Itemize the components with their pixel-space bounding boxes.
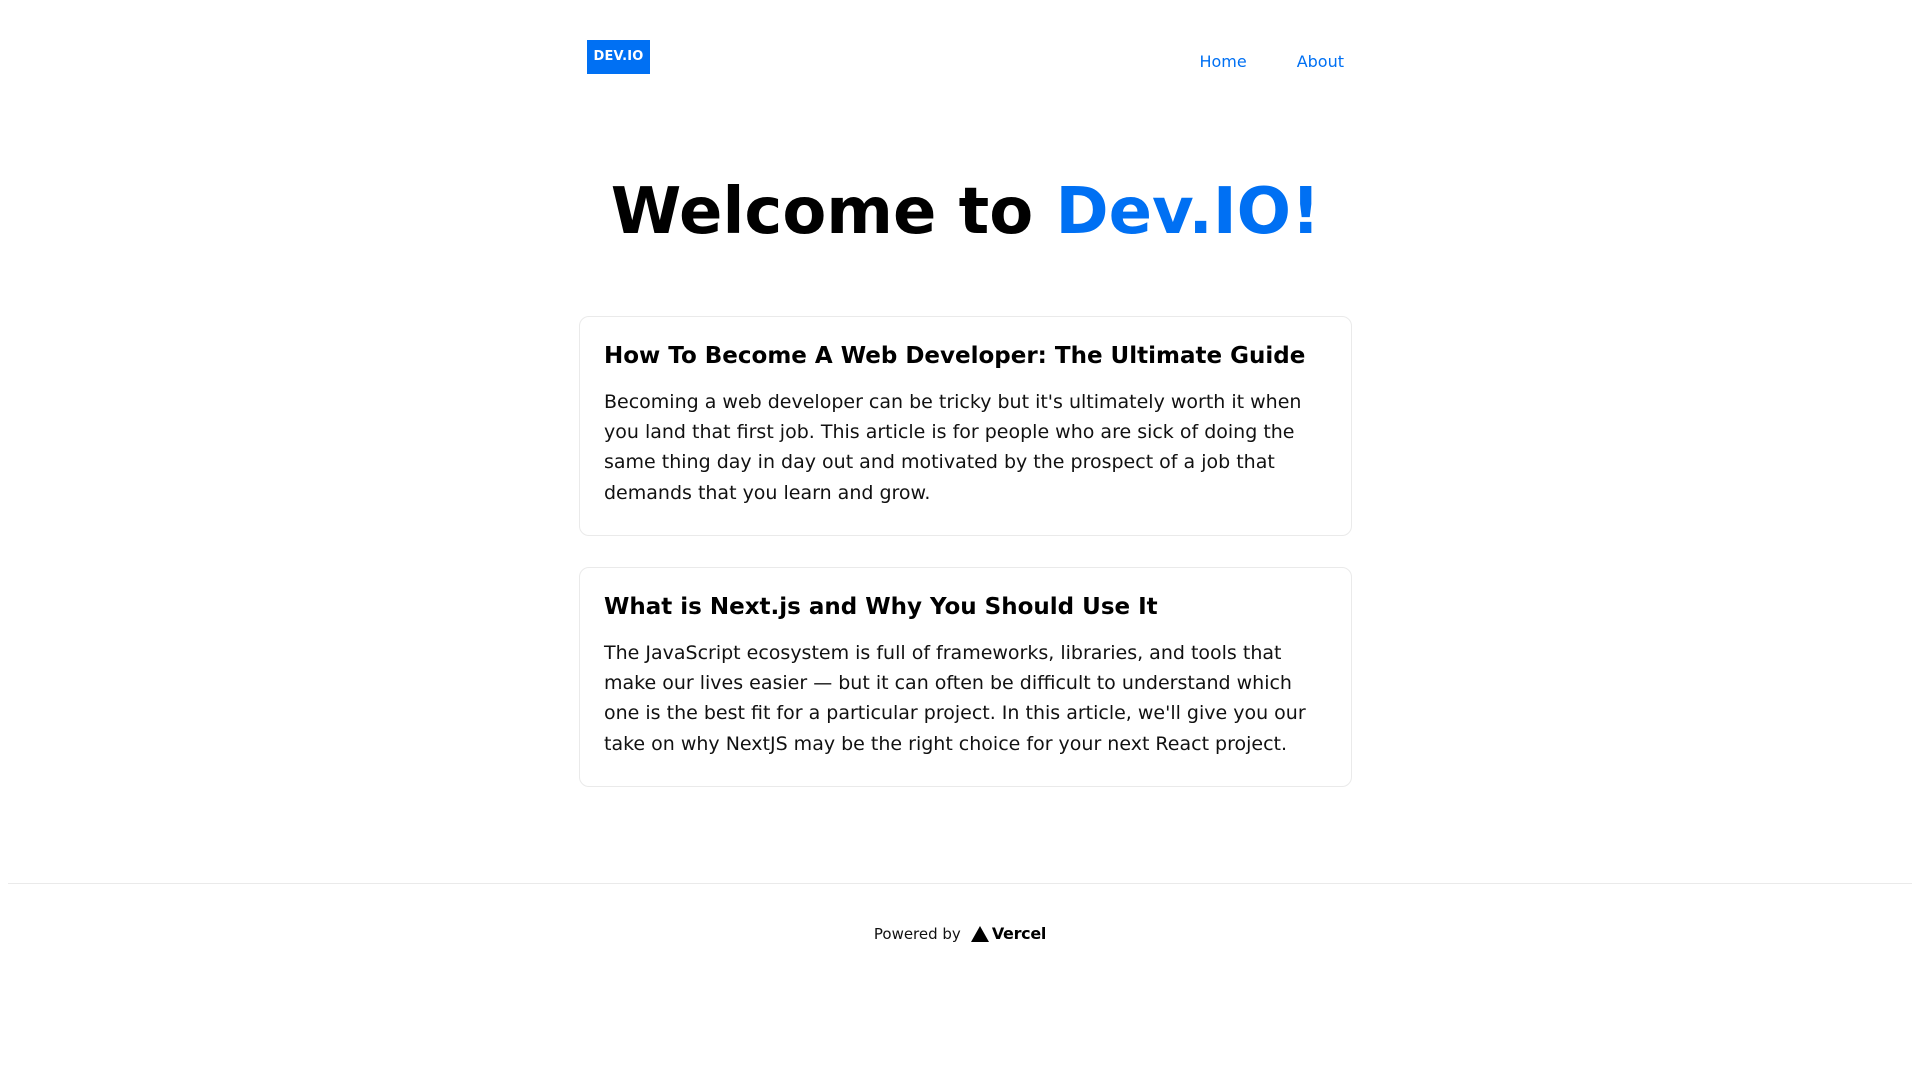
post-title[interactable]: What is Next.js and Why You Should Use I… [604, 594, 1327, 622]
page-title: Welcome to Dev.IO! [579, 175, 1352, 250]
nav-link-about[interactable]: About [1297, 52, 1344, 71]
post-excerpt: Becoming a web developer can be tricky b… [604, 390, 1302, 504]
footer-content: Powered by Vercel [8, 924, 1912, 943]
post-excerpt: The JavaScript ecosystem is full of fram… [604, 641, 1306, 755]
site-footer: Powered by Vercel [8, 883, 1912, 983]
vercel-triangle-icon [970, 925, 989, 942]
main-container: DEV.IO Home About Welcome to Dev.IO! How… [579, 0, 1352, 787]
vercel-link[interactable]: Vercel [970, 924, 1047, 943]
page: DEV.IO Home About Welcome to Dev.IO! How… [0, 0, 1920, 1080]
site-logo[interactable]: DEV.IO [587, 40, 650, 74]
page-title-prefix: Welcome to [610, 175, 1056, 249]
post-card[interactable]: How To Become A Web Developer: The Ultim… [579, 316, 1352, 536]
page-title-accent: Dev.IO! [1055, 175, 1321, 249]
site-header: DEV.IO Home About [579, 0, 1352, 110]
post-title[interactable]: How To Become A Web Developer: The Ultim… [604, 343, 1327, 371]
powered-by-label: Powered by [873, 924, 961, 943]
post-card[interactable]: What is Next.js and Why You Should Use I… [579, 567, 1352, 787]
main-nav: Home About [1199, 52, 1344, 71]
vercel-wordmark: Vercel [991, 924, 1047, 943]
nav-link-home[interactable]: Home [1199, 52, 1246, 71]
